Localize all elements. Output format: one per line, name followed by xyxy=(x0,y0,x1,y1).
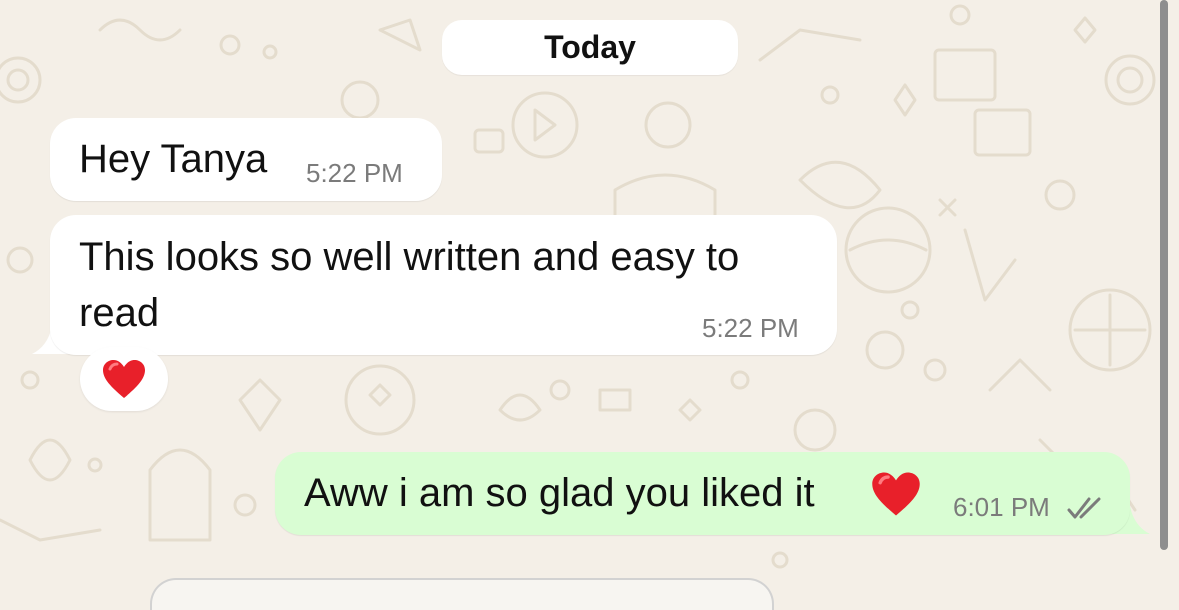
date-separator: Today xyxy=(442,20,738,75)
message-timestamp: 5:22 PM xyxy=(702,313,799,343)
composer-edge xyxy=(150,578,774,610)
heart-emoji-icon xyxy=(103,360,145,398)
message-text-line-2: read xyxy=(79,291,160,335)
message-text: Aww i am so glad you liked it xyxy=(304,471,815,515)
double-check-icon xyxy=(1067,497,1101,519)
scrollbar[interactable] xyxy=(1160,0,1168,550)
message-timestamp: 6:01 PM xyxy=(953,492,1050,522)
date-label: Today xyxy=(544,29,636,65)
heart-emoji-icon xyxy=(872,472,920,516)
outgoing-message-bubble[interactable]: Aww i am so glad you liked it 6:01 PM xyxy=(275,452,1130,535)
message-text: Hey Tanya xyxy=(79,137,268,181)
incoming-message-bubble[interactable]: Hey Tanya 5:22 PM xyxy=(50,118,442,201)
message-text-line-1: This looks so well written and easy to xyxy=(79,235,740,279)
reaction-chip[interactable] xyxy=(80,347,168,411)
message-timestamp: 5:22 PM xyxy=(306,158,403,188)
incoming-message-bubble[interactable]: This looks so well written and easy to r… xyxy=(50,215,837,355)
